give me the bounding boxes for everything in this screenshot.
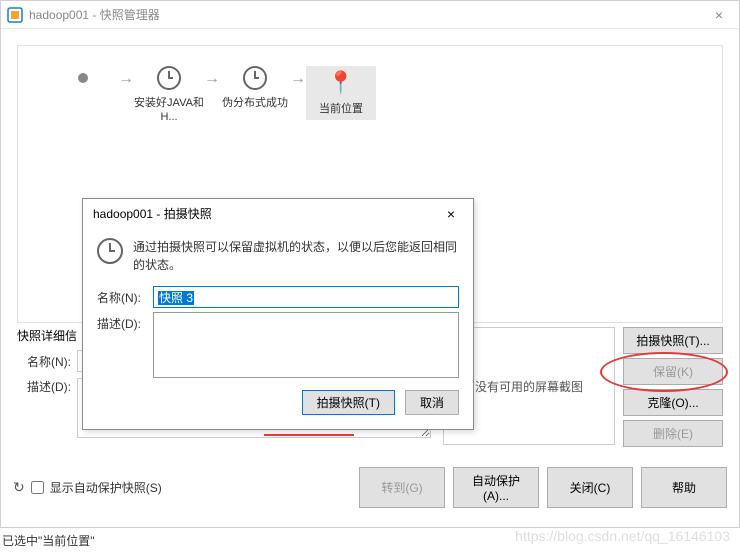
goto-button[interactable]: 转到(G)	[359, 467, 445, 508]
app-icon	[7, 7, 23, 23]
dialog-ok-button[interactable]: 拍摄快照(T)	[302, 390, 395, 415]
clone-button[interactable]: 克隆(O)...	[623, 389, 723, 416]
arrow-icon: →	[204, 70, 220, 88]
dialog-cancel-button[interactable]: 取消	[405, 390, 459, 415]
clock-icon	[157, 66, 181, 90]
dialog-desc-textarea[interactable]	[153, 312, 459, 378]
show-autoprotect-checkbox[interactable]	[31, 481, 44, 494]
clock-icon	[97, 238, 123, 264]
dialog-description: 通过拍摄快照可以保留虚拟机的状态，以便以后您能返回相同的状态。	[133, 238, 459, 274]
dialog-name-label: 名称(N):	[97, 286, 153, 308]
autoprotect-button[interactable]: 自动保护(A)...	[453, 467, 539, 508]
show-autoprotect-label: 显示自动保护快照(S)	[50, 479, 162, 496]
dialog-desc-label: 描述(D):	[97, 312, 153, 378]
dialog-title: hadoop001 - 拍摄快照	[93, 205, 212, 222]
current-position-node[interactable]: 📍 当前位置	[306, 66, 376, 120]
watermark: https://blog.csdn.net/qq_16146103	[515, 528, 730, 544]
desc-label: 描述(D):	[17, 378, 77, 395]
window-title: hadoop001 - 快照管理器	[29, 6, 160, 23]
take-snapshot-dialog: hadoop001 - 拍摄快照 × 通过拍摄快照可以保留虚拟机的状态，以便以后…	[82, 198, 474, 430]
arrow-icon: →	[118, 70, 134, 88]
clock-icon	[243, 66, 267, 90]
dialog-name-input[interactable]: 快照 3	[153, 286, 459, 308]
help-button[interactable]: 帮助	[641, 467, 727, 508]
close-button[interactable]: 关闭(C)	[547, 467, 633, 508]
keep-button[interactable]: 保留(K)	[623, 358, 723, 385]
delete-button[interactable]: 删除(E)	[623, 420, 723, 447]
timeline-start	[48, 66, 118, 83]
dialog-close-button[interactable]: ×	[439, 206, 463, 222]
restore-icon[interactable]: ↻	[13, 479, 25, 496]
pin-icon: 📍	[327, 70, 354, 96]
take-snapshot-button[interactable]: 拍摄快照(T)...	[623, 327, 723, 354]
name-label: 名称(N):	[17, 353, 77, 370]
titlebar: hadoop001 - 快照管理器 ×	[1, 1, 739, 29]
bottom-bar: ↻ 显示自动保护快照(S) 转到(G) 自动保护(A)... 关闭(C) 帮助	[1, 459, 739, 516]
snapshot-node[interactable]: 伪分布式成功	[220, 66, 290, 110]
close-button[interactable]: ×	[705, 3, 733, 27]
arrow-icon: →	[290, 70, 306, 88]
snapshot-node[interactable]: 安装好JAVA和H...	[134, 66, 204, 125]
